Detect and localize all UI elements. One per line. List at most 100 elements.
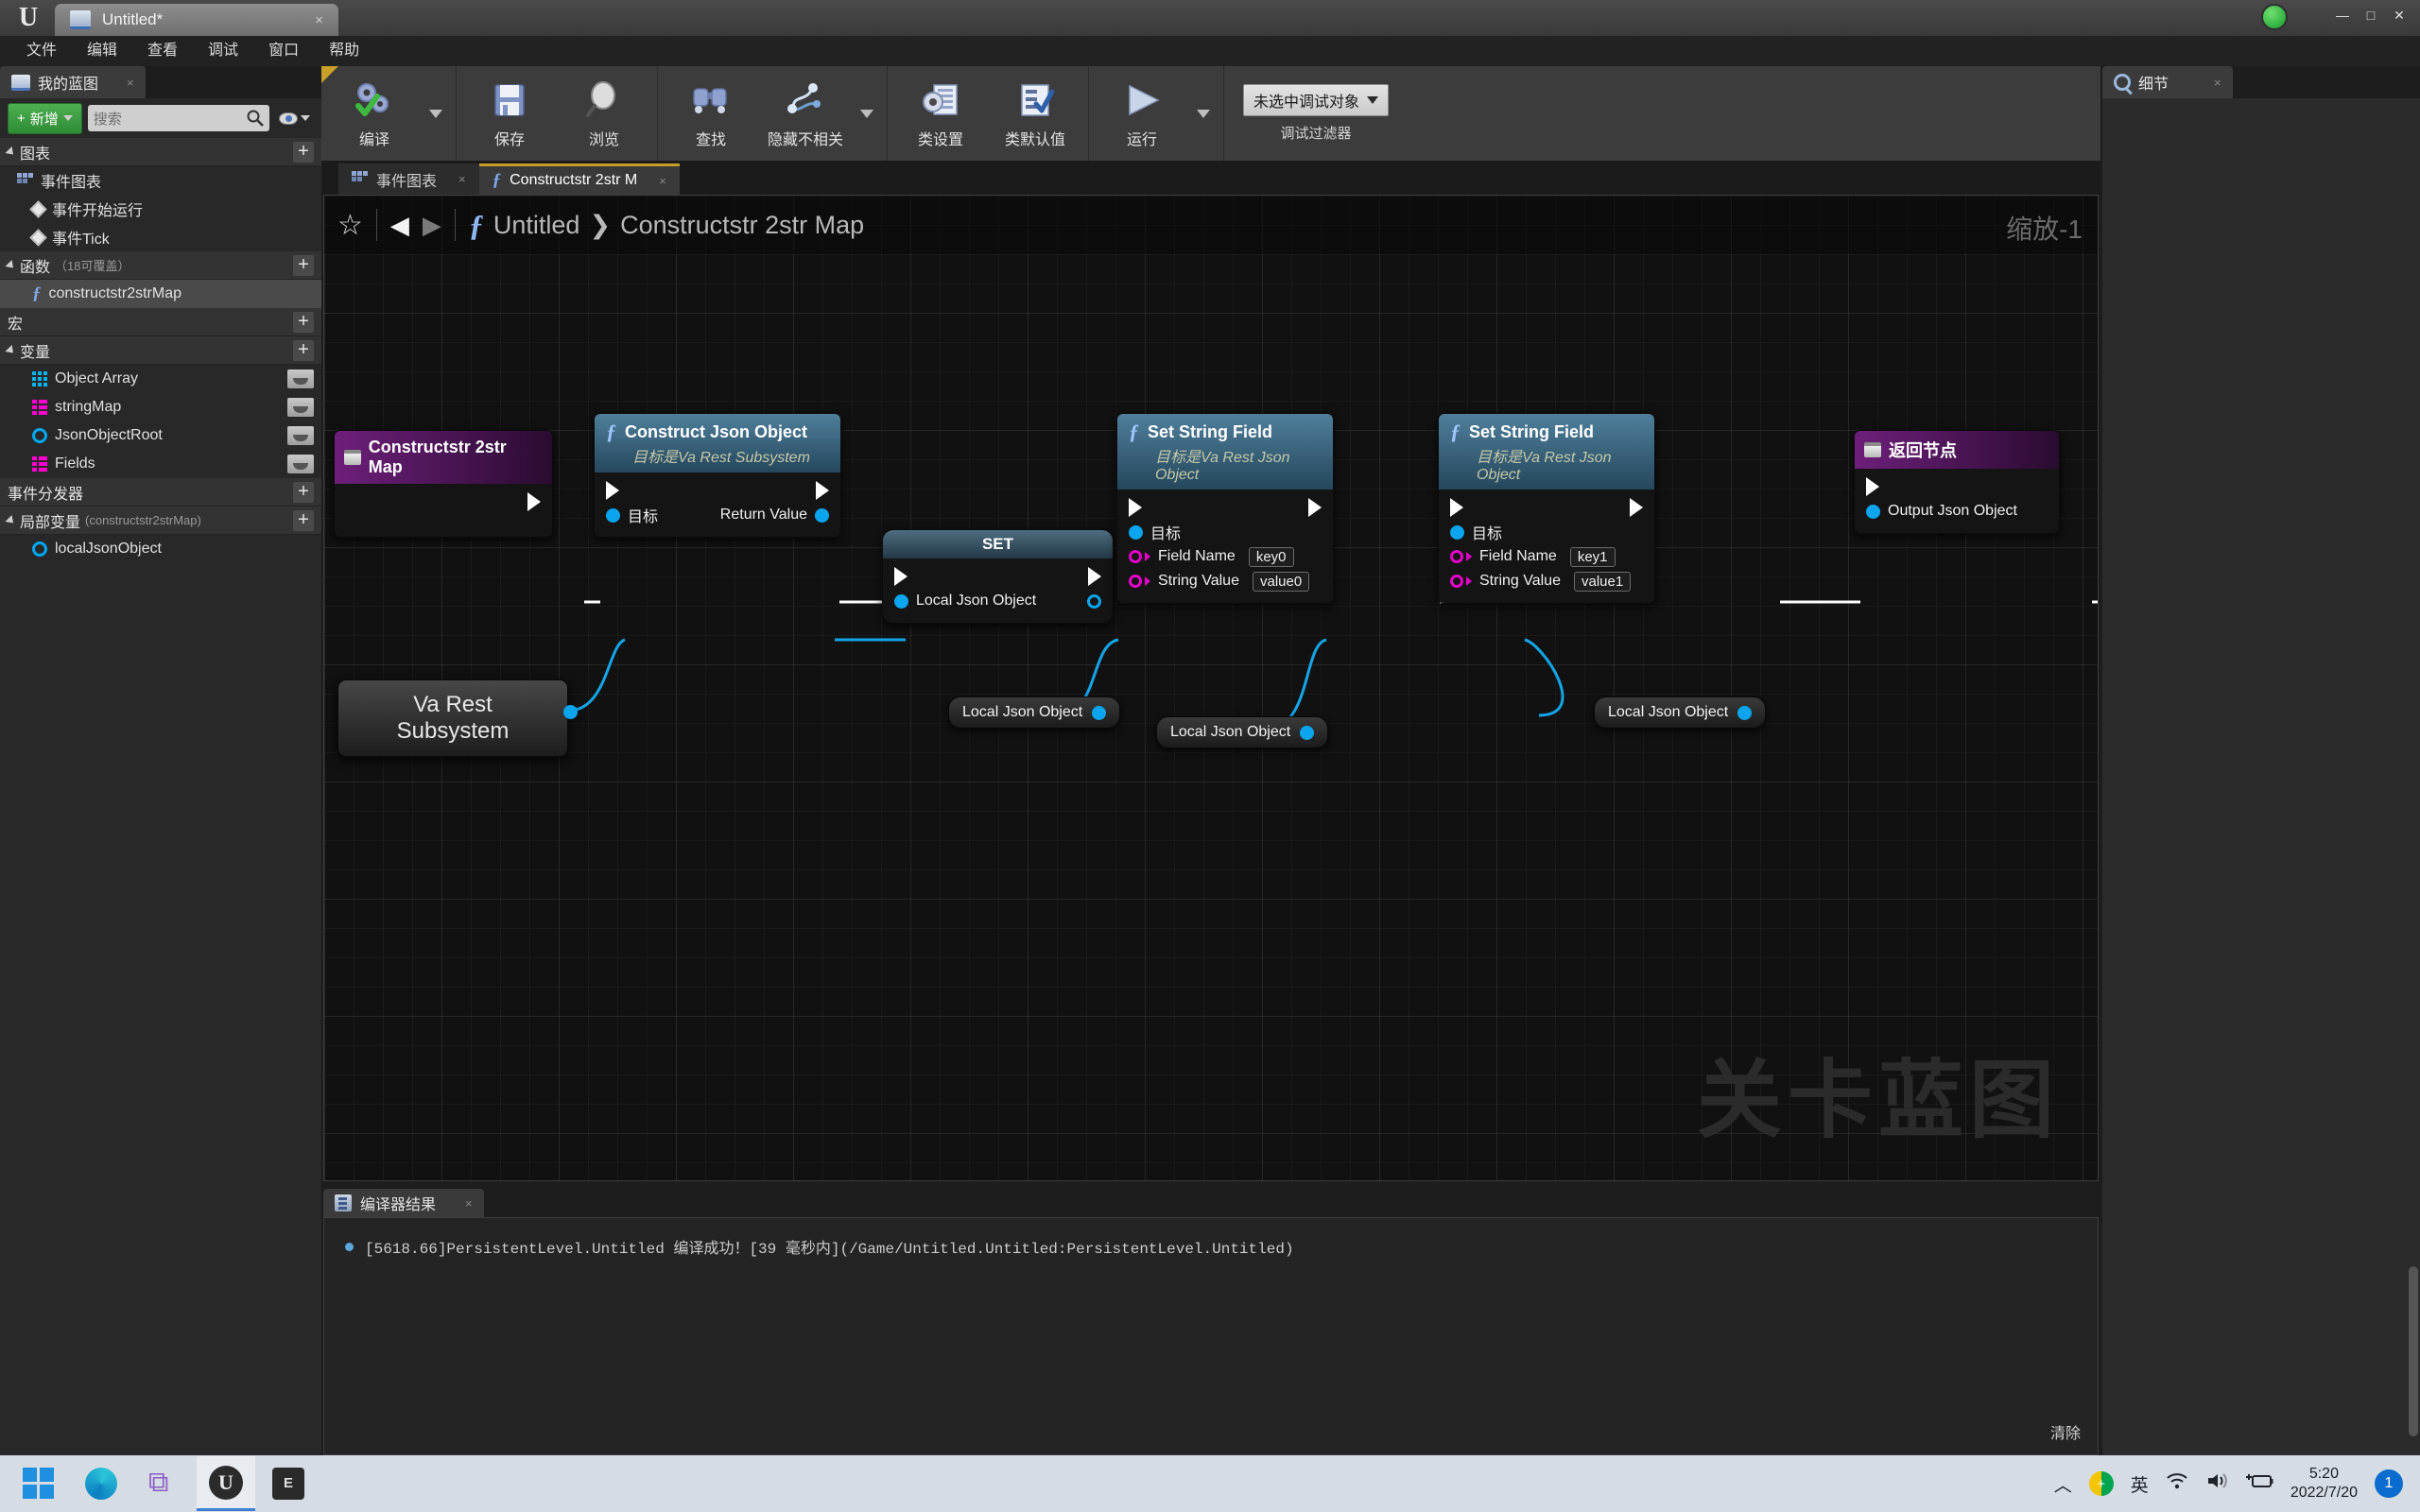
class-settings-button[interactable]: 类设置 — [893, 66, 988, 161]
globe-icon[interactable] — [2261, 4, 2288, 30]
field-name-input[interactable]: key0 — [1248, 546, 1294, 567]
output-json-object-pin[interactable] — [1866, 504, 1880, 519]
list-item-variable-object-array[interactable]: Object Array — [0, 365, 321, 393]
add-function-button[interactable]: + — [293, 254, 314, 276]
close-icon[interactable]: × — [659, 174, 666, 188]
clear-log-button[interactable]: 清除 — [2050, 1420, 2081, 1443]
list-item-event-begin-play[interactable]: 事件开始运行 — [0, 195, 321, 223]
node-construct-json-object[interactable]: ƒ Construct Json Object 目标是Va Rest Subsy… — [594, 413, 841, 538]
volume-icon[interactable] — [2205, 1471, 2228, 1496]
list-item-variable-jsonobjectroot[interactable]: JsonObjectRoot — [0, 421, 321, 450]
exec-output-pin[interactable] — [816, 481, 829, 500]
section-local-variables[interactable]: 局部变量 (constructstr2strMap) + — [0, 507, 321, 535]
variable-output-pin[interactable] — [1300, 725, 1315, 740]
target-input-pin[interactable] — [1129, 524, 1143, 540]
exec-output-pin[interactable] — [527, 492, 541, 511]
start-button[interactable] — [9, 1456, 68, 1511]
minimize-button[interactable]: — — [2329, 4, 2356, 26]
node-get-local-json-object-1[interactable]: Local Json Object — [948, 696, 1121, 729]
clock[interactable]: 5:20 2022/7/20 — [2290, 1465, 2358, 1503]
node-return[interactable]: 返回节点 Output Json Object — [1854, 430, 2060, 534]
add-graph-button[interactable]: + — [293, 141, 314, 163]
chevron-down-icon[interactable] — [1197, 109, 1210, 118]
close-icon[interactable]: × — [127, 76, 134, 90]
list-item-function-constructstr2strmap[interactable]: ƒ constructstr2strMap — [0, 280, 321, 308]
close-icon[interactable]: × — [309, 12, 329, 28]
hide-unrelated-button[interactable]: 隐藏不相关 — [758, 66, 853, 161]
save-button[interactable]: 保存 — [462, 66, 557, 161]
target-input-pin[interactable] — [1450, 524, 1464, 540]
exec-output-pin[interactable] — [1630, 498, 1643, 517]
menu-item-file[interactable]: 文件 — [11, 36, 72, 66]
variable-output-pin[interactable] — [1092, 705, 1107, 720]
class-defaults-button[interactable]: 类默认值 — [988, 66, 1082, 161]
eye-icon[interactable] — [287, 369, 314, 388]
scrollbar-thumb[interactable] — [2409, 1266, 2418, 1436]
node-set-string-field-0[interactable]: ƒ Set String Field 目标是Va Rest Json Objec… — [1116, 413, 1334, 604]
exec-input-pin[interactable] — [1129, 498, 1142, 517]
close-icon[interactable]: × — [465, 1196, 473, 1211]
browse-button[interactable]: 浏览 — [557, 66, 651, 161]
exec-input-pin[interactable] — [894, 567, 908, 586]
variable-output-pin[interactable] — [1737, 705, 1753, 720]
string-value-input[interactable]: value1 — [1573, 571, 1632, 592]
notification-badge[interactable]: 1 — [2375, 1469, 2403, 1498]
list-item-event-graph[interactable]: 事件图表 — [0, 166, 321, 195]
maximize-button[interactable]: □ — [2358, 4, 2384, 26]
string-value-pin[interactable] — [1450, 575, 1463, 588]
menu-item-edit[interactable]: 编辑 — [72, 36, 132, 66]
blueprint-graph-canvas[interactable]: ☆ ◀ ▶ ƒ Untitled ❯ Constructstr 2str Map… — [323, 195, 2099, 1181]
tab-details[interactable]: 细节 × — [2102, 66, 2233, 98]
battery-charging-icon[interactable] — [2245, 1471, 2273, 1496]
target-input-pin[interactable] — [606, 507, 620, 523]
taskbar-app-edge[interactable] — [72, 1456, 130, 1511]
close-icon[interactable]: × — [2214, 76, 2221, 90]
section-event-dispatchers[interactable]: 事件分发器 + — [0, 478, 321, 507]
forward-arrow-icon[interactable]: ▶ — [423, 211, 441, 240]
node-get-local-json-object-2[interactable]: Local Json Object — [1156, 716, 1329, 748]
find-button[interactable]: 查找 — [664, 66, 758, 161]
compiler-log[interactable]: [5618.66]PersistentLevel.Untitled 编译成功！[… — [323, 1217, 2099, 1455]
add-local-variable-button[interactable]: + — [293, 509, 314, 531]
add-new-button[interactable]: + 新增 — [8, 102, 82, 134]
play-button[interactable]: 运行 — [1095, 66, 1189, 161]
node-set-local-json-object[interactable]: SET Local Json Object — [882, 529, 1114, 624]
tab-my-blueprint[interactable]: 我的蓝图 × — [0, 66, 146, 98]
search-input[interactable]: 搜索 — [87, 105, 269, 131]
tab-constructstr2strmap[interactable]: ƒ Constructstr 2str M × — [478, 163, 680, 195]
window-tab[interactable]: Untitled* × — [55, 4, 338, 36]
visibility-toggle[interactable] — [275, 112, 314, 125]
close-icon[interactable]: × — [458, 172, 466, 186]
chevron-down-icon[interactable] — [429, 109, 442, 118]
eye-icon[interactable] — [287, 455, 314, 473]
set-input-pin[interactable] — [894, 593, 908, 609]
exec-output-pin[interactable] — [1088, 567, 1101, 586]
node-set-string-field-1[interactable]: ƒ Set String Field 目标是Va Rest Json Objec… — [1438, 413, 1655, 604]
taskbar-app-visual-studio[interactable]: ⧉ — [134, 1456, 193, 1511]
taskbar-app-unreal-engine[interactable]: U — [197, 1456, 255, 1511]
field-name-pin[interactable] — [1129, 550, 1142, 563]
string-value-pin[interactable] — [1129, 575, 1142, 588]
favorite-star-icon[interactable]: ☆ — [337, 209, 363, 242]
add-macro-button[interactable]: + — [293, 311, 314, 333]
chevron-down-icon[interactable] — [860, 109, 873, 118]
breadcrumb-root[interactable]: Untitled — [493, 211, 580, 240]
menu-item-debug[interactable]: 调试 — [193, 36, 253, 66]
section-macros[interactable]: 宏 + — [0, 308, 321, 336]
node-va-rest-subsystem[interactable]: Va Rest Subsystem — [337, 679, 568, 757]
security-shield-icon[interactable]: + — [2088, 1471, 2114, 1496]
back-arrow-icon[interactable]: ◀ — [390, 211, 409, 240]
eye-icon[interactable] — [287, 426, 314, 445]
node-function-entry[interactable]: Constructstr 2str Map — [334, 430, 553, 538]
subsystem-output-pin[interactable] — [563, 705, 578, 719]
section-functions[interactable]: 函数 （18可覆盖） + — [0, 251, 321, 280]
menu-item-view[interactable]: 查看 — [132, 36, 193, 66]
list-item-event-tick[interactable]: 事件Tick — [0, 223, 321, 251]
compiler-log-entry[interactable]: [5618.66]PersistentLevel.Untitled 编译成功！[… — [324, 1218, 2098, 1275]
menu-item-help[interactable]: 帮助 — [314, 36, 374, 66]
list-item-variable-stringmap[interactable]: stringMap — [0, 393, 321, 421]
close-button[interactable]: ✕ — [2386, 4, 2412, 26]
tray-expand-chevron-icon[interactable]: ︿ — [2054, 1471, 2072, 1497]
tab-event-graph[interactable]: 事件图表 × — [338, 163, 479, 195]
add-variable-button[interactable]: + — [293, 339, 314, 361]
